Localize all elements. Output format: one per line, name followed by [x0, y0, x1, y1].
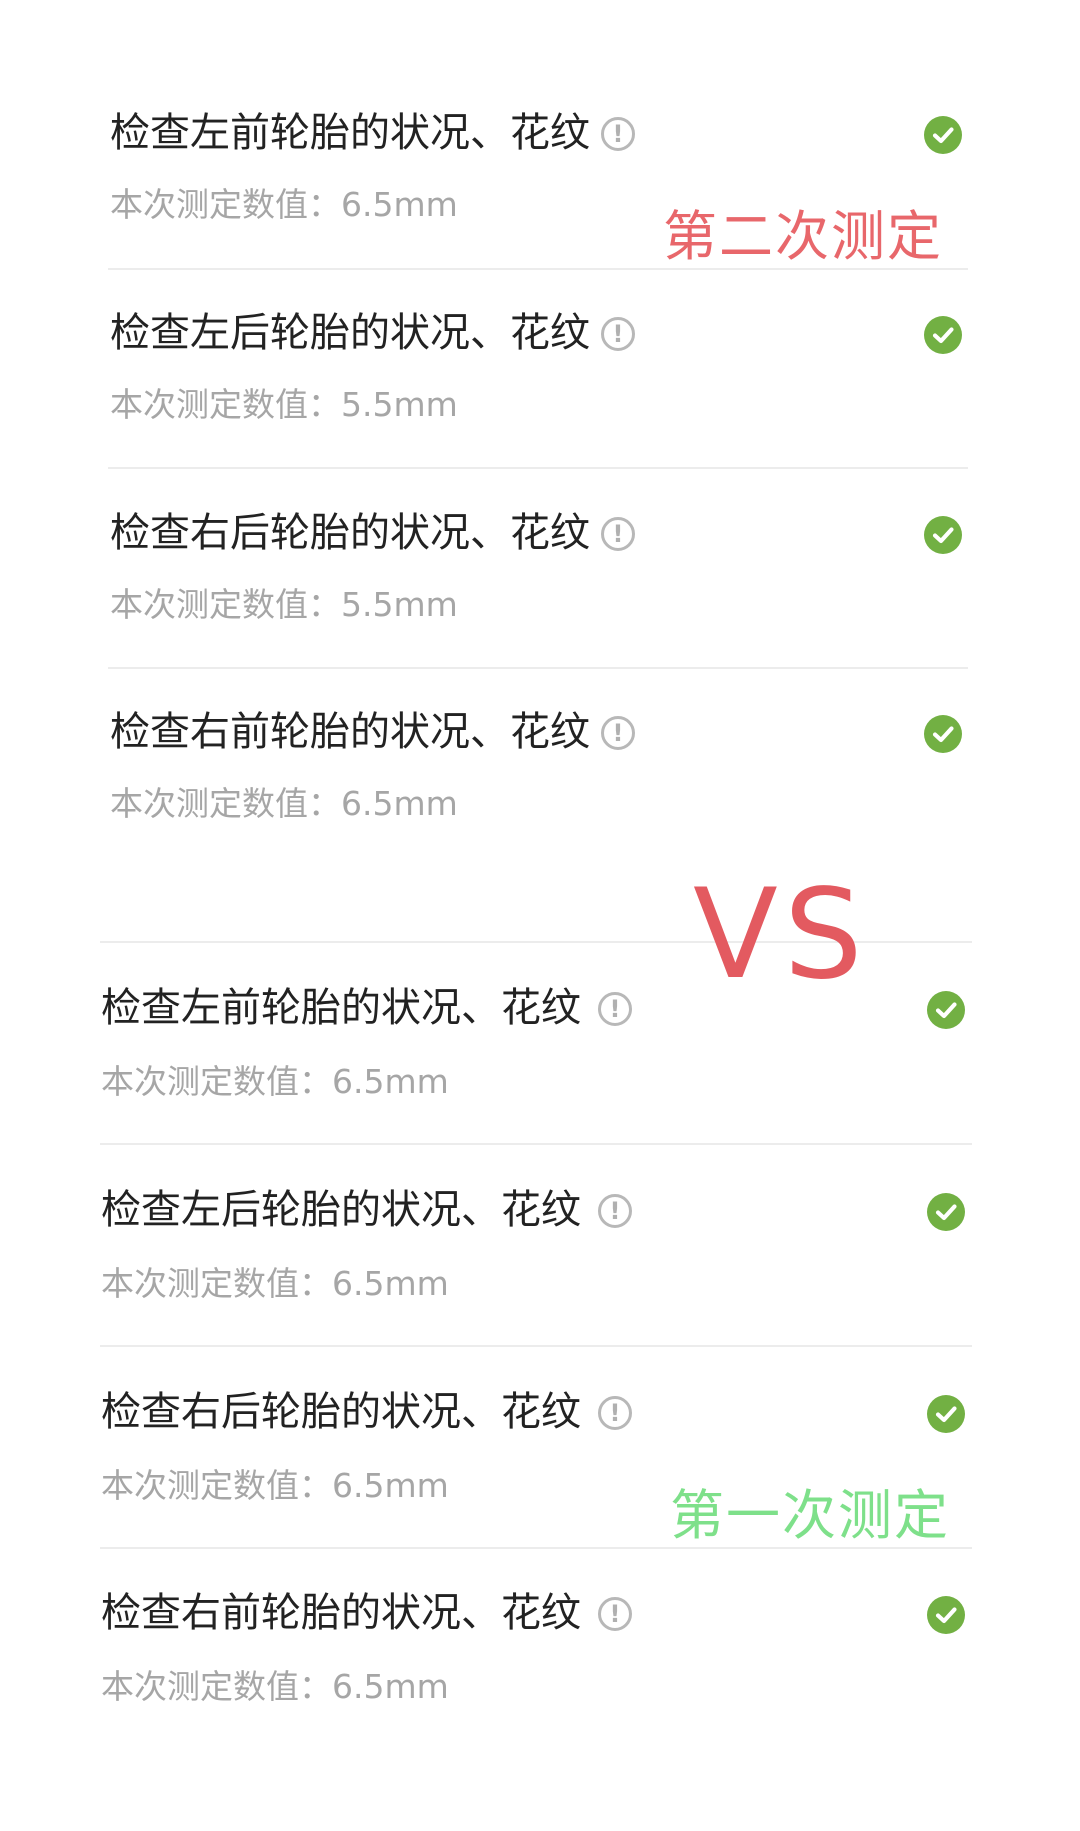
list-item[interactable]: 检查左前轮胎的状况、花纹 ! 本次测定数值：6.5mm — [0, 983, 1080, 1183]
item-title: 检查左后轮胎的状况、花纹 — [110, 310, 590, 356]
list-item[interactable]: 检查右后轮胎的状况、花纹 ! 本次测定数值：5.5mm — [0, 508, 1080, 708]
first-measure-label: 第一次测定 — [670, 1484, 950, 1547]
list-item[interactable]: 检查右前轮胎的状况、花纹 ! 本次测定数值：6.5mm — [0, 1588, 1080, 1788]
check-circle-icon — [927, 1395, 965, 1433]
info-circle-icon[interactable]: ! — [601, 317, 635, 351]
item-value: 本次测定数值：6.5mm — [101, 1667, 449, 1706]
item-value: 本次测定数值：6.5mm — [110, 185, 458, 224]
item-value: 本次测定数值：6.5mm — [101, 1062, 449, 1101]
info-circle-icon[interactable]: ! — [598, 992, 632, 1026]
info-circle-icon[interactable]: ! — [601, 716, 635, 750]
item-title: 检查左前轮胎的状况、花纹 — [110, 110, 590, 156]
divider — [108, 467, 968, 469]
item-title: 检查右前轮胎的状况、花纹 — [110, 709, 590, 755]
item-value: 本次测定数值：5.5mm — [110, 585, 458, 624]
item-value: 本次测定数值：5.5mm — [110, 385, 458, 424]
item-value: 本次测定数值：6.5mm — [101, 1264, 449, 1303]
item-title: 检查左后轮胎的状况、花纹 — [101, 1187, 581, 1233]
divider — [100, 1143, 972, 1145]
divider — [100, 1345, 972, 1347]
list-item[interactable]: 检查左后轮胎的状况、花纹 ! 本次测定数值：6.5mm — [0, 1185, 1080, 1385]
info-circle-icon[interactable]: ! — [598, 1597, 632, 1631]
info-circle-icon[interactable]: ! — [598, 1396, 632, 1430]
check-circle-icon — [924, 316, 962, 354]
item-value: 本次测定数值：6.5mm — [110, 784, 458, 823]
list-item[interactable]: 检查右前轮胎的状况、花纹 ! 本次测定数值：6.5mm — [0, 707, 1080, 907]
list-item[interactable]: 检查左后轮胎的状况、花纹 ! 本次测定数值：5.5mm — [0, 308, 1080, 508]
item-title: 检查左前轮胎的状况、花纹 — [101, 985, 581, 1031]
second-measure-label: 第二次测定 — [663, 205, 943, 268]
check-circle-icon — [924, 715, 962, 753]
info-circle-icon[interactable]: ! — [598, 1194, 632, 1228]
item-title: 检查右后轮胎的状况、花纹 — [101, 1389, 581, 1435]
check-circle-icon — [924, 116, 962, 154]
check-circle-icon — [927, 1596, 965, 1634]
info-circle-icon[interactable]: ! — [601, 117, 635, 151]
item-value: 本次测定数值：6.5mm — [101, 1466, 449, 1505]
divider — [108, 667, 968, 669]
item-title: 检查右后轮胎的状况、花纹 — [110, 510, 590, 556]
item-title: 检查右前轮胎的状况、花纹 — [101, 1590, 581, 1636]
check-circle-icon — [927, 1193, 965, 1231]
check-circle-icon — [927, 991, 965, 1029]
check-circle-icon — [924, 516, 962, 554]
vs-label: VS — [693, 863, 869, 1007]
info-circle-icon[interactable]: ! — [601, 517, 635, 551]
